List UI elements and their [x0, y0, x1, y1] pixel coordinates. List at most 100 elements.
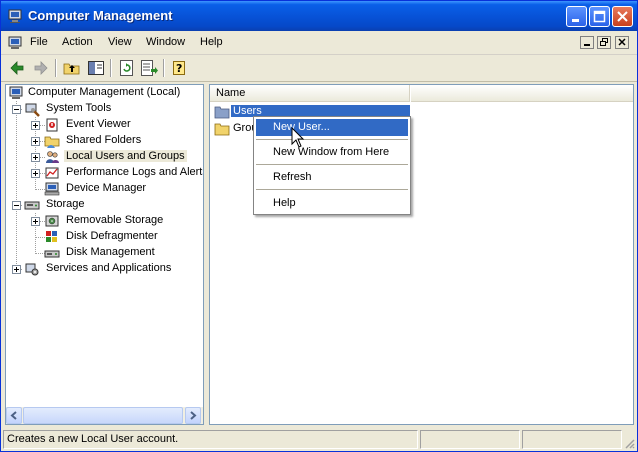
column-header-empty[interactable] — [411, 85, 633, 102]
restore-icon — [600, 38, 608, 46]
menu-item-label: Help — [273, 197, 296, 209]
column-header-label: Name — [216, 87, 246, 99]
status-panel-3 — [522, 430, 622, 449]
tree-item-performance-logs[interactable]: Performance Logs and Alerts — [44, 165, 204, 181]
tree-item-local-users-and-groups[interactable]: Local Users and Groups — [44, 149, 194, 165]
menu-window[interactable]: Window — [146, 36, 185, 48]
tree-label: Computer Management (Local) — [28, 86, 181, 98]
folder-icon — [214, 106, 230, 119]
status-panel: Creates a new Local User account. — [3, 430, 418, 449]
menu-help[interactable]: Help — [200, 36, 223, 48]
close-icon — [617, 11, 628, 22]
scroll-left-button[interactable] — [6, 407, 22, 424]
menu-item-help[interactable]: Help — [256, 195, 408, 212]
tree-item-services-and-applications[interactable]: Services and Applications — [24, 261, 199, 277]
tree-item-event-viewer[interactable]: Event Viewer — [44, 117, 194, 133]
close-button[interactable] — [612, 6, 633, 27]
context-menu: New User... New Window from Here Refresh… — [253, 116, 411, 215]
tree-label: System Tools — [46, 102, 112, 114]
tree-label: Shared Folders — [66, 134, 142, 146]
tree-label: Disk Defragmenter — [66, 230, 158, 242]
tree-label: Storage — [46, 198, 85, 210]
status-bar: Creates a new Local User account. — [1, 428, 637, 451]
console-tree-pane[interactable]: Computer Management (Local) System Tools… — [5, 84, 204, 425]
refresh-icon[interactable] — [117, 58, 137, 78]
menu-file[interactable]: File — [30, 36, 48, 48]
storage-icon — [24, 201, 40, 210]
tree-item-computer-management[interactable]: Computer Management (Local) — [6, 85, 196, 101]
menu-item-new-window[interactable]: New Window from Here — [256, 144, 408, 161]
minimize-button[interactable] — [566, 6, 587, 27]
disk-defragmenter-icon — [46, 231, 57, 242]
tree-label: Performance Logs and Alerts — [66, 166, 204, 178]
tree-label: Removable Storage — [66, 214, 164, 226]
minimize-icon — [572, 19, 579, 22]
system-tools-icon — [25, 103, 40, 117]
mmc-document-icon[interactable] — [7, 35, 23, 51]
tree-item-disk-management[interactable]: Disk Management — [44, 245, 194, 261]
tree-label: Local Users and Groups — [64, 150, 187, 162]
maximize-button[interactable] — [589, 6, 610, 27]
menu-action[interactable]: Action — [62, 36, 93, 48]
show-hide-tree-icon[interactable] — [86, 58, 106, 78]
tree-item-disk-defragmenter[interactable]: Disk Defragmenter — [44, 229, 194, 245]
back-arrow-icon[interactable] — [7, 58, 27, 78]
tree-item-removable-storage[interactable]: Removable Storage — [44, 213, 194, 229]
event-viewer-icon — [46, 118, 58, 132]
child-restore-button[interactable] — [597, 36, 611, 49]
export-list-icon[interactable] — [139, 58, 159, 78]
tree-item-system-tools[interactable]: System Tools — [24, 101, 194, 117]
menu-view[interactable]: View — [108, 36, 132, 48]
menu-separator — [256, 164, 408, 165]
close-icon — [618, 38, 626, 46]
menu-bar: File Action View Window Help — [1, 32, 637, 55]
svg-text:?: ? — [176, 62, 182, 75]
chevron-right-icon — [190, 411, 197, 420]
menu-separator — [256, 189, 408, 190]
help-icon[interactable]: ? — [170, 58, 190, 78]
scroll-right-button[interactable] — [185, 407, 201, 424]
computer-management-icon — [9, 86, 23, 99]
collapse-icon[interactable] — [12, 201, 21, 210]
menu-item-new-user[interactable]: New User... — [256, 119, 408, 136]
toolbar: ? — [1, 55, 637, 82]
forward-arrow-icon[interactable] — [31, 58, 51, 78]
expand-icon[interactable] — [31, 137, 40, 146]
minimize-icon — [584, 44, 590, 46]
disk-management-icon — [44, 250, 60, 258]
users-icon — [46, 151, 59, 163]
shared-folder-icon — [44, 136, 60, 148]
child-minimize-button[interactable] — [580, 36, 594, 49]
computer-management-icon — [8, 9, 22, 23]
expand-icon[interactable] — [12, 265, 21, 274]
child-close-button[interactable] — [615, 36, 629, 49]
services-icon — [25, 263, 39, 276]
tree-label: Event Viewer — [66, 118, 131, 130]
expand-icon[interactable] — [31, 217, 40, 226]
tree-item-storage[interactable]: Storage — [24, 197, 194, 213]
maximize-icon — [593, 10, 606, 23]
title-bar[interactable]: Computer Management — [1, 1, 637, 31]
expand-icon[interactable] — [31, 153, 40, 162]
menu-item-refresh[interactable]: Refresh — [256, 169, 408, 186]
expand-icon[interactable] — [31, 121, 40, 130]
menu-item-label: Refresh — [273, 171, 312, 183]
folder-icon — [214, 123, 230, 136]
column-header-name[interactable]: Name — [210, 85, 410, 102]
chevron-left-icon — [10, 411, 17, 420]
tree-item-device-manager[interactable]: Device Manager — [44, 181, 194, 197]
up-folder-icon[interactable] — [62, 58, 82, 78]
resize-grip-icon[interactable] — [623, 437, 635, 449]
performance-logs-icon — [45, 167, 59, 179]
scroll-thumb[interactable] — [23, 407, 183, 424]
tree-item-shared-folders[interactable]: Shared Folders — [44, 133, 194, 149]
mouse-cursor-icon — [291, 127, 305, 148]
collapse-icon[interactable] — [12, 105, 21, 114]
expand-icon[interactable] — [31, 169, 40, 178]
status-text: Creates a new Local User account. — [7, 433, 179, 445]
tree-horizontal-scrollbar[interactable] — [6, 407, 203, 424]
device-manager-icon — [44, 182, 60, 196]
window-title: Computer Management — [28, 8, 173, 23]
removable-storage-icon — [45, 215, 59, 227]
status-panel-2 — [420, 430, 520, 449]
